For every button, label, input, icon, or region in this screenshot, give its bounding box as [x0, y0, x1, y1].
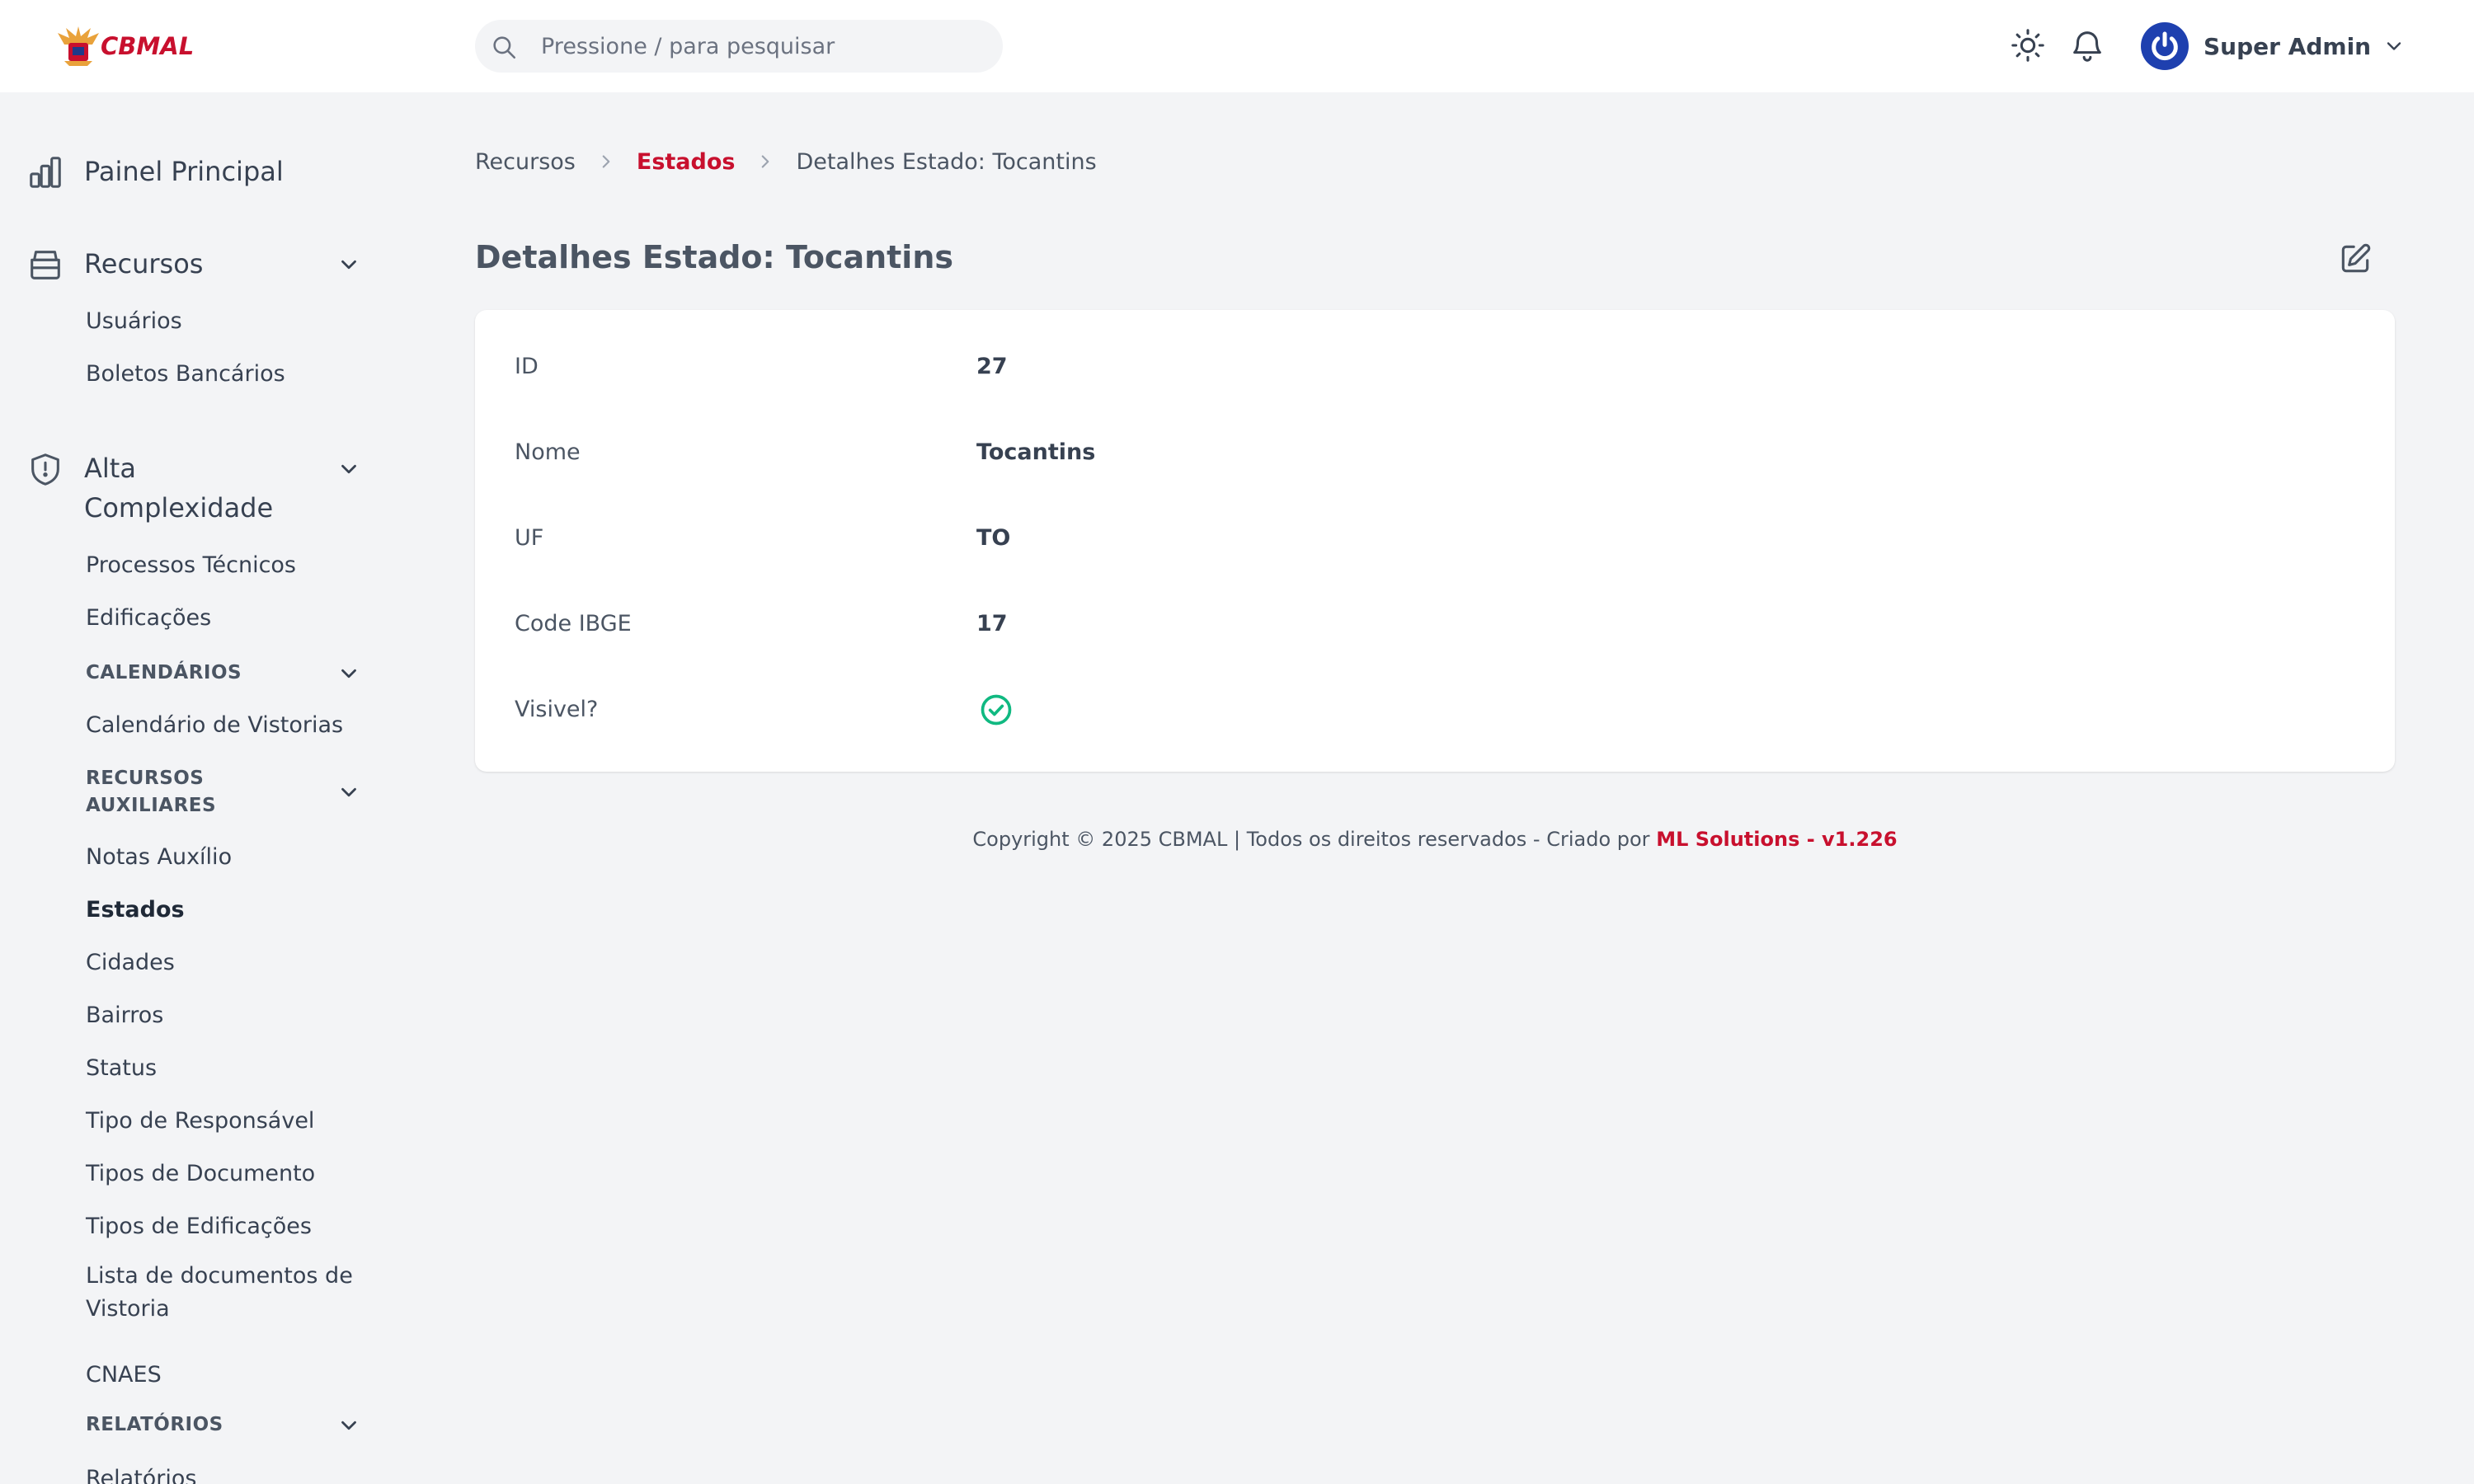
- ml-solutions-link[interactable]: ML Solutions - v1.226: [1656, 828, 1897, 851]
- sidebar-section-aux-resources[interactable]: RECURSOS AUXILIARES: [86, 765, 216, 819]
- theme-toggle[interactable]: [2009, 26, 2047, 64]
- sidebar-item-dashboard[interactable]: Painel Principal: [26, 152, 284, 191]
- sidebar-item-responsible-type[interactable]: Tipo de Responsável: [86, 1105, 314, 1138]
- breadcrumb: Recursos Estados Detalhes Estado: Tocant…: [475, 145, 1097, 178]
- sidebar-group-resources[interactable]: Recursos: [26, 244, 203, 284]
- detail-row-ibge-code: Code IBGE 17: [515, 605, 1008, 641]
- sidebar-group-high-complexity[interactable]: Alta Complexidade: [26, 448, 273, 528]
- chevron-down-icon[interactable]: [336, 457, 361, 481]
- sidebar-item-neighborhoods[interactable]: Bairros: [86, 999, 163, 1032]
- sidebar-item-cnaes[interactable]: CNAES: [86, 1359, 162, 1392]
- brand-logo[interactable]: CBMAL: [54, 21, 194, 71]
- breadcrumb-item-current: Detalhes Estado: Tocantins: [796, 148, 1097, 175]
- detail-row-uf: UF TO: [515, 519, 1010, 556]
- notifications-button[interactable]: [2068, 26, 2106, 64]
- inbox-stack-icon: [31, 251, 60, 279]
- sidebar-section-reports[interactable]: RELATÓRIOS: [86, 1411, 223, 1439]
- breadcrumb-item-resources[interactable]: Recursos: [475, 149, 576, 175]
- detail-label: ID: [515, 353, 539, 379]
- sun-icon: [2011, 29, 2044, 62]
- sidebar-item-states[interactable]: Estados: [86, 894, 185, 927]
- breadcrumb-item-states[interactable]: Estados: [637, 149, 736, 175]
- detail-value: Tocantins: [976, 439, 1096, 465]
- detail-value: 27: [976, 353, 1008, 379]
- sidebar-item-inspection-documents[interactable]: Lista de documentos de Vistoria: [86, 1260, 353, 1326]
- chevron-down-icon[interactable]: [336, 780, 361, 805]
- label-line: Vistoria: [86, 1296, 170, 1322]
- detail-row-id: ID 27: [515, 348, 1008, 384]
- user-name: Super Admin: [2204, 32, 2372, 60]
- sidebar-item-buildings[interactable]: Edificações: [86, 602, 211, 635]
- sidebar-item-building-types[interactable]: Tipos de Edificações: [86, 1210, 312, 1243]
- sidebar-item-label: Painel Principal: [84, 156, 284, 187]
- copyright-text: Copyright © 2025 CBMAL | Todos os direit…: [972, 828, 1657, 851]
- pencil-square-icon: [2341, 243, 2371, 273]
- detail-label: Nome: [515, 439, 581, 465]
- sidebar-item-cities[interactable]: Cidades: [86, 946, 175, 979]
- sidebar-group-label: Recursos: [84, 248, 204, 279]
- top-bar: CBMAL Super Admin: [0, 0, 2474, 92]
- logo-text: CBMAL: [101, 32, 195, 60]
- label-line: AUXILIARES: [86, 795, 217, 816]
- detail-value: TO: [976, 524, 1011, 551]
- sidebar-item-document-types[interactable]: Tipos de Documento: [86, 1158, 315, 1190]
- sidebar-item-inspection-calendar[interactable]: Calendário de Vistorias: [86, 709, 343, 742]
- chevron-down-icon[interactable]: [336, 661, 361, 686]
- label-line: Alta: [84, 453, 136, 484]
- chevron-right-icon: [602, 155, 610, 168]
- chevron-down-icon[interactable]: [336, 252, 361, 277]
- label-line: Complexidade: [84, 492, 274, 524]
- visible-status: [976, 687, 1014, 731]
- detail-label: Visivel?: [515, 696, 599, 722]
- search-bar[interactable]: [475, 20, 1003, 73]
- sidebar-group-label: Alta Complexidade: [84, 448, 273, 528]
- user-menu[interactable]: Super Admin: [2141, 21, 2406, 71]
- chevron-down-icon: [2387, 42, 2401, 50]
- footer: Copyright © 2025 CBMAL | Todos os direit…: [475, 828, 2395, 851]
- detail-label: UF: [515, 524, 544, 551]
- page-title: Detalhes Estado: Tocantins: [475, 239, 954, 275]
- sidebar-item-reports[interactable]: Relatórios: [86, 1463, 197, 1484]
- chevron-right-icon: [762, 155, 769, 168]
- label-line: RECURSOS: [86, 768, 205, 789]
- bell-icon: [2073, 31, 2101, 62]
- power-icon: [2152, 31, 2178, 61]
- detail-value: 17: [976, 610, 1008, 636]
- edit-button[interactable]: [2337, 241, 2373, 277]
- search-icon: [493, 36, 516, 59]
- detail-row-name: Nome Tocantins: [515, 434, 1095, 470]
- label-line: Lista de documentos de: [86, 1263, 353, 1289]
- bar-chart-icon: [30, 157, 61, 188]
- sidebar: Painel Principal Recursos Usuários Bolet…: [0, 92, 396, 1484]
- shield-exclamation-icon: [31, 453, 59, 486]
- crest-icon: [58, 26, 99, 66]
- sidebar-item-aid-notes[interactable]: Notas Auxílio: [86, 841, 232, 874]
- sidebar-item-users[interactable]: Usuários: [86, 305, 182, 338]
- check-circle-icon: [981, 694, 1012, 726]
- detail-row-visible: Visivel?: [515, 691, 1014, 727]
- avatar: [2141, 22, 2189, 70]
- details-card: ID 27 Nome Tocantins UF TO Code IBGE 17 …: [475, 310, 2395, 772]
- sidebar-item-bank-slips[interactable]: Boletos Bancários: [86, 358, 285, 391]
- chevron-down-icon[interactable]: [336, 1413, 361, 1438]
- sidebar-item-status[interactable]: Status: [86, 1052, 157, 1085]
- sidebar-section-calendars[interactable]: CALENDÁRIOS: [86, 660, 242, 687]
- detail-label: Code IBGE: [515, 610, 632, 636]
- search-input[interactable]: [541, 28, 986, 64]
- sidebar-item-technical-processes[interactable]: Processos Técnicos: [86, 549, 296, 582]
